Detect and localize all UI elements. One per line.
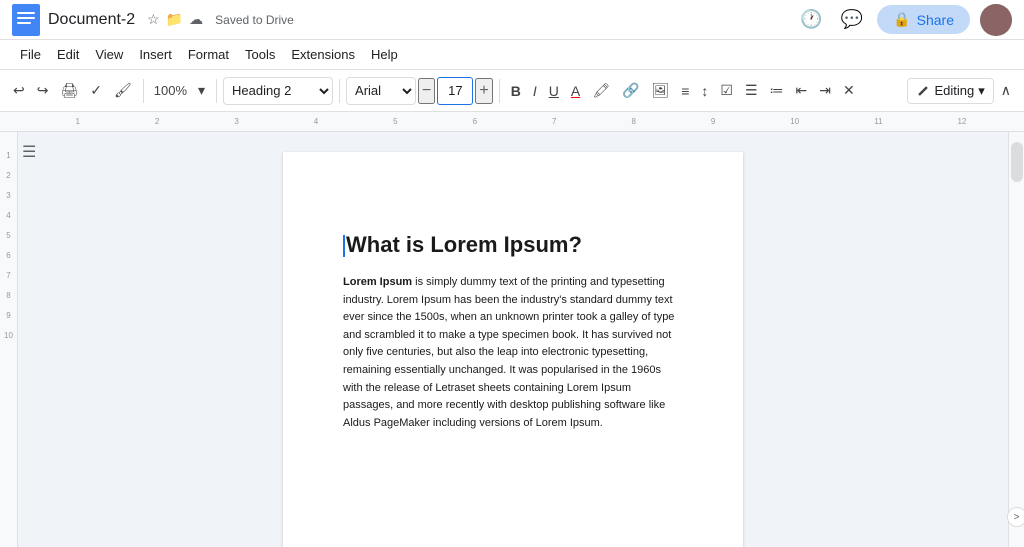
ruler-bar: 1 2 3 4 5 6 7 8 9 10 11 12 [18,112,1024,131]
redo-button[interactable]: ↪ [32,78,54,103]
numbered-list-button[interactable]: ≔ [765,78,789,103]
side-ruler-marks: 12345678910 [4,146,13,346]
zoom-dropdown-button[interactable]: ▾ [193,78,210,103]
ruler-mark: 3 [234,117,238,126]
ruler-mark: 9 [711,117,715,126]
docs-logo-icon [12,4,40,36]
comments-button[interactable]: 💬 [837,5,867,34]
bullet-list-button[interactable]: ☰ [740,78,763,103]
body-text: is simply dummy text of the printing and… [343,276,674,429]
ruler-mark: 6 [473,117,477,126]
more-options-button[interactable]: ∧ [996,78,1016,103]
expand-button[interactable]: > [1007,507,1024,527]
print-button[interactable]: 🖨 [55,78,83,103]
cloud-icon[interactable]: ☁ [189,11,203,28]
avatar[interactable] [980,4,1012,36]
menu-extensions[interactable]: Extensions [283,43,363,66]
menu-insert[interactable]: Insert [131,43,180,66]
body-bold-text: Lorem Ipsum [343,276,412,288]
horizontal-ruler: 1 2 3 4 5 6 7 8 9 10 11 12 [0,112,1024,132]
separator-2 [216,79,217,103]
main-area: 12345678910 ☰ What is Lorem Ipsum? Lorem… [0,132,1024,547]
scrollbar-handle[interactable] [1011,142,1023,182]
ruler-mark: 8 [631,117,635,126]
document-heading[interactable]: What is Lorem Ipsum? [343,232,683,258]
undo-button[interactable]: ↩ [8,78,30,103]
saved-status: Saved to Drive [215,13,294,27]
align-button[interactable]: ≡ [676,79,694,103]
right-panel: > [1008,132,1024,547]
paint-format-button[interactable]: 🖌 [109,78,137,103]
decrease-indent-button[interactable]: ⇤ [791,78,813,103]
ruler-mark: 5 [393,117,397,126]
highlight-button[interactable]: 🖍 [587,78,615,103]
text-cursor [343,235,345,257]
insert-image-button[interactable]: 🖼 [646,78,674,103]
menu-view[interactable]: View [87,43,131,66]
link-button[interactable]: 🔗 [617,78,644,103]
pencil-icon [916,84,930,98]
document-scroll-area[interactable]: What is Lorem Ipsum? Lorem Ipsum is simp… [18,132,1008,547]
font-size-value: 17 [448,83,462,98]
menu-help[interactable]: Help [363,43,406,66]
ruler-mark: 7 [552,117,556,126]
lock-icon: 🔒 [893,11,910,28]
editing-label: Editing [934,83,974,98]
toolbar: ↩ ↪ 🖨 ✓ 🖌 100% ▾ Heading 2 Arial − 17 + … [0,70,1024,112]
title-action-icons: ☆ 📁 ☁ [147,11,203,28]
title-bar: Document-2 ☆ 📁 ☁ Saved to Drive 🕐 💬 🔒 Sh… [0,0,1024,40]
star-icon[interactable]: ☆ [147,11,160,28]
menu-edit[interactable]: Edit [49,43,87,66]
separator-4 [499,79,500,103]
font-size-decrease-button[interactable]: − [418,78,435,104]
separator-1 [143,79,144,103]
history-button[interactable]: 🕐 [796,5,826,34]
clear-formatting-button[interactable]: ✕ [838,78,860,103]
font-select[interactable]: Arial [346,77,416,105]
vertical-ruler: 12345678910 [0,132,18,547]
ruler-mark: 4 [314,117,318,126]
menu-tools[interactable]: Tools [237,43,283,66]
separator-3 [339,79,340,103]
line-spacing-button[interactable]: ↕ [696,79,713,103]
document-body[interactable]: Lorem Ipsum is simply dummy text of the … [343,274,683,432]
checklist-button[interactable]: ☑ [715,78,738,103]
document-title[interactable]: Document-2 [48,11,135,29]
underline-button[interactable]: U [544,79,564,103]
menu-format[interactable]: Format [180,43,237,66]
header-right: 🕐 💬 🔒 Share [796,4,1012,36]
outline-toggle-button[interactable]: ☰ [22,142,36,162]
bold-button[interactable]: B [506,79,526,103]
document-page: What is Lorem Ipsum? Lorem Ipsum is simp… [283,152,743,547]
ruler-mark: 1 [75,117,79,126]
ruler-mark: 11 [874,117,882,126]
avatar-image [980,4,1012,36]
italic-button[interactable]: I [528,79,542,103]
spell-check-button[interactable]: ✓ [85,78,107,103]
increase-indent-button[interactable]: ⇥ [814,78,836,103]
text-color-button[interactable]: A [566,79,585,103]
editing-dropdown-chevron: ▾ [978,83,985,99]
folder-icon[interactable]: 📁 [166,11,183,28]
menu-bar: File Edit View Insert Format Tools Exten… [0,40,1024,70]
font-size-box[interactable]: 17 [437,77,473,105]
share-button[interactable]: 🔒 Share [877,5,970,34]
ruler-mark: 2 [155,117,159,126]
ruler-mark: 12 [957,117,966,126]
share-label: Share [917,12,954,28]
editing-mode-button[interactable]: Editing ▾ [907,78,993,104]
menu-file[interactable]: File [12,43,49,66]
ruler-corner [0,112,18,131]
zoom-level: 100% [150,83,191,98]
font-size-increase-button[interactable]: + [475,78,492,104]
ruler-mark: 10 [790,117,799,126]
paragraph-style-select[interactable]: Heading 2 [223,77,333,105]
